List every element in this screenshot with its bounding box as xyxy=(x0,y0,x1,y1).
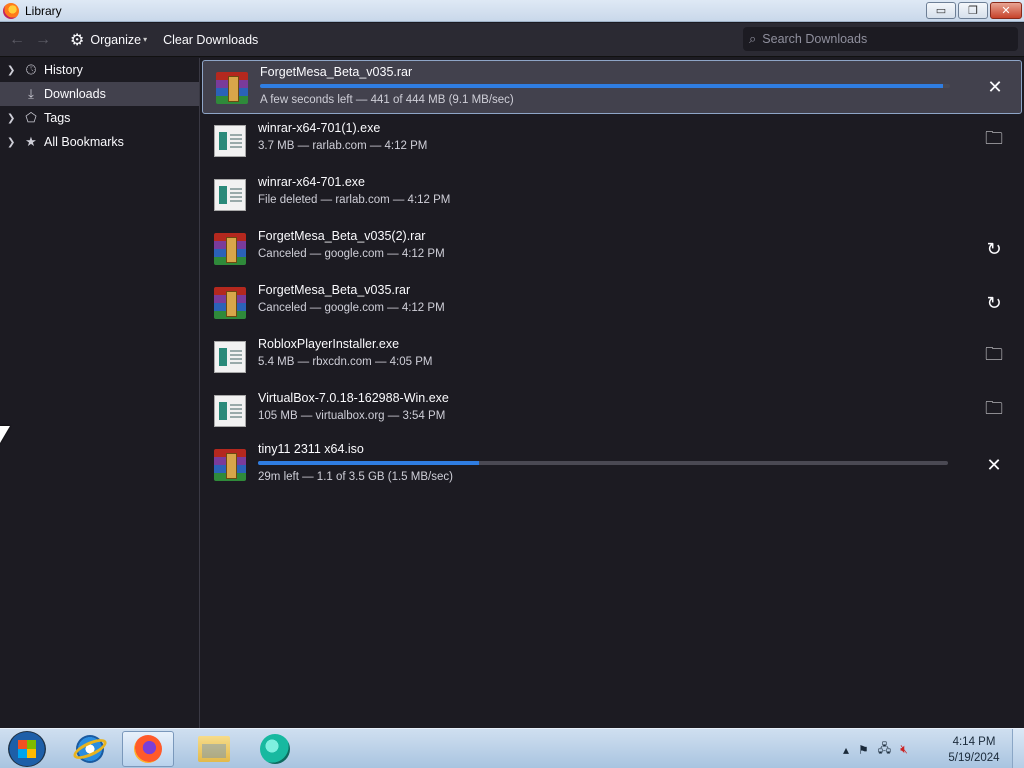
taskbar-app[interactable] xyxy=(249,731,301,767)
download-status: Canceled — google.com — 4:12 PM xyxy=(258,248,445,260)
downloads-list: ForgetMesa_Beta_v035.rar A few seconds l… xyxy=(201,58,1024,728)
download-status: 29m left — 1.1 of 3.5 GB (1.5 MB/sec) xyxy=(258,471,453,483)
download-status: 5.4 MB — rbxcdn.com — 4:05 PM xyxy=(258,356,433,368)
cancel-icon[interactable]: ✕ xyxy=(984,76,1006,98)
download-name: winrar-x64-701.exe xyxy=(258,175,365,189)
download-status: A few seconds left — 441 of 444 MB (9.1 … xyxy=(260,94,514,106)
clock-date: 5/19/2024 xyxy=(948,752,1000,764)
star-icon: ★ xyxy=(25,134,37,149)
start-button[interactable] xyxy=(8,731,46,767)
sidebar-item-all-bookmarks[interactable]: ❯ ★ All Bookmarks xyxy=(0,130,199,154)
organize-label: Organize xyxy=(90,32,142,47)
firefox-icon xyxy=(134,735,162,763)
mouse-cursor-icon xyxy=(0,426,10,443)
app-icon xyxy=(260,734,290,764)
search-field[interactable]: ⌕ Search Downloads xyxy=(743,27,1018,51)
download-name: ForgetMesa_Beta_v035(2).rar xyxy=(258,229,426,243)
iso-file-icon xyxy=(214,449,246,481)
exe-file-icon xyxy=(214,125,246,157)
clock-icon: 🕓︎ xyxy=(25,62,37,77)
back-button[interactable]: ← xyxy=(4,27,30,53)
rar-file-icon xyxy=(214,287,246,319)
download-item[interactable]: ForgetMesa_Beta_v035.rar Canceled — goog… xyxy=(201,276,1024,330)
chevron-right-icon[interactable]: ❯ xyxy=(7,65,19,76)
organize-button[interactable]: ⚙ Organize ▾ xyxy=(70,30,147,50)
taskbar-internet-explorer[interactable] xyxy=(64,731,116,767)
download-item[interactable]: winrar-x64-701.exe File deleted — rarlab… xyxy=(201,168,1024,222)
progress-fill xyxy=(260,84,944,88)
volume-muted-icon[interactable]: 🔇︎ xyxy=(900,742,908,757)
toolbar: ← → ⚙ Organize ▾ Clear Downloads ⌕ Searc… xyxy=(0,23,1024,57)
show-hidden-icons-icon[interactable]: ▴ xyxy=(843,743,849,757)
firefox-icon xyxy=(3,2,19,19)
windows-logo-icon xyxy=(18,740,36,758)
sidebar-item-label: Downloads xyxy=(44,87,106,101)
network-icon[interactable]: 🖧︎ xyxy=(878,739,891,760)
system-tray: ▴ ⚑ 🖧︎ 🔇︎ xyxy=(843,739,908,760)
sidebar-item-label: Tags xyxy=(44,111,71,125)
sidebar-item-tags[interactable]: ❯ ⬠ Tags xyxy=(0,106,199,130)
exe-file-icon xyxy=(214,395,246,427)
download-name: tiny11 2311 x64.iso xyxy=(258,442,364,456)
taskbar-file-explorer[interactable] xyxy=(188,731,240,767)
exe-file-icon xyxy=(214,179,246,211)
rar-file-icon xyxy=(216,72,248,104)
download-name: RobloxPlayerInstaller.exe xyxy=(258,337,400,351)
maximize-button[interactable]: ❐ xyxy=(958,2,988,19)
sidebar: ❯ 🕓︎ History ❯ ⤓ Downloads ❯ ⬠ Tags ❯ ★ … xyxy=(0,58,200,728)
download-item[interactable]: ForgetMesa_Beta_v035.rar A few seconds l… xyxy=(202,60,1022,114)
clock-time: 4:14 PM xyxy=(952,736,996,748)
forward-button[interactable]: → xyxy=(30,27,56,53)
progress-fill xyxy=(258,461,479,465)
title-bar: Library ▭ ❐ ✕ xyxy=(0,0,1024,22)
close-button[interactable]: ✕ xyxy=(990,2,1022,19)
clock[interactable]: 4:14 PM 5/19/2024 xyxy=(942,734,1006,766)
chevron-right-icon[interactable]: ❯ xyxy=(7,113,19,124)
download-name: winrar-x64-701(1).exe xyxy=(258,121,381,135)
window-controls: ▭ ❐ ✕ xyxy=(926,2,1022,19)
search-icon: ⌕ xyxy=(749,31,757,46)
minimize-button[interactable]: ▭ xyxy=(926,2,956,19)
download-progress-bar xyxy=(260,84,950,88)
download-item[interactable]: winrar-x64-701(1).exe 3.7 MB — rarlab.co… xyxy=(201,114,1024,168)
sidebar-item-downloads[interactable]: ❯ ⤓ Downloads xyxy=(0,82,199,106)
download-status: File deleted — rarlab.com — 4:12 PM xyxy=(258,194,451,206)
rar-file-icon xyxy=(214,233,246,265)
download-item[interactable]: tiny11 2311 x64.iso 29m left — 1.1 of 3.… xyxy=(201,438,1024,492)
window-title: Library xyxy=(25,3,62,18)
download-name: ForgetMesa_Beta_v035.rar xyxy=(260,65,413,79)
retry-icon[interactable]: ↻ xyxy=(983,292,1005,314)
download-status: 105 MB — virtualbox.org — 3:54 PM xyxy=(258,410,446,422)
chevron-down-icon: ▾ xyxy=(143,35,148,44)
folder-icon[interactable]: 🗀︎ xyxy=(983,398,1005,422)
search-placeholder: Search Downloads xyxy=(762,32,868,46)
download-progress-bar xyxy=(258,461,948,465)
folder-icon[interactable]: 🗀︎ xyxy=(983,128,1005,152)
download-icon: ⤓ xyxy=(28,86,34,101)
download-name: VirtualBox-7.0.18-162988-Win.exe xyxy=(258,391,449,405)
tag-icon: ⬠ xyxy=(25,110,37,125)
sidebar-item-label: All Bookmarks xyxy=(44,135,124,149)
taskbar-firefox[interactable] xyxy=(122,731,174,767)
cancel-icon[interactable]: ✕ xyxy=(983,454,1005,476)
sidebar-item-history[interactable]: ❯ 🕓︎ History xyxy=(0,58,199,82)
download-item[interactable]: RobloxPlayerInstaller.exe 5.4 MB — rbxcd… xyxy=(201,330,1024,384)
retry-icon[interactable]: ↻ xyxy=(983,238,1005,260)
folder-icon xyxy=(198,736,230,762)
clear-downloads-button[interactable]: Clear Downloads xyxy=(163,33,258,47)
download-item[interactable]: VirtualBox-7.0.18-162988-Win.exe 105 MB … xyxy=(201,384,1024,438)
download-name: ForgetMesa_Beta_v035.rar xyxy=(258,283,411,297)
taskbar: ▴ ⚑ 🖧︎ 🔇︎ 4:14 PM 5/19/2024 xyxy=(0,728,1024,768)
exe-file-icon xyxy=(214,341,246,373)
download-status: 3.7 MB — rarlab.com — 4:12 PM xyxy=(258,140,428,152)
gear-icon: ⚙ xyxy=(70,31,85,49)
sidebar-item-label: History xyxy=(44,63,83,77)
show-desktop-button[interactable] xyxy=(1012,729,1024,768)
action-center-flag-icon[interactable]: ⚑ xyxy=(858,743,869,757)
chevron-right-icon[interactable]: ❯ xyxy=(7,137,19,148)
download-status: Canceled — google.com — 4:12 PM xyxy=(258,302,445,314)
download-item[interactable]: ForgetMesa_Beta_v035(2).rar Canceled — g… xyxy=(201,222,1024,276)
folder-icon[interactable]: 🗀︎ xyxy=(983,344,1005,368)
